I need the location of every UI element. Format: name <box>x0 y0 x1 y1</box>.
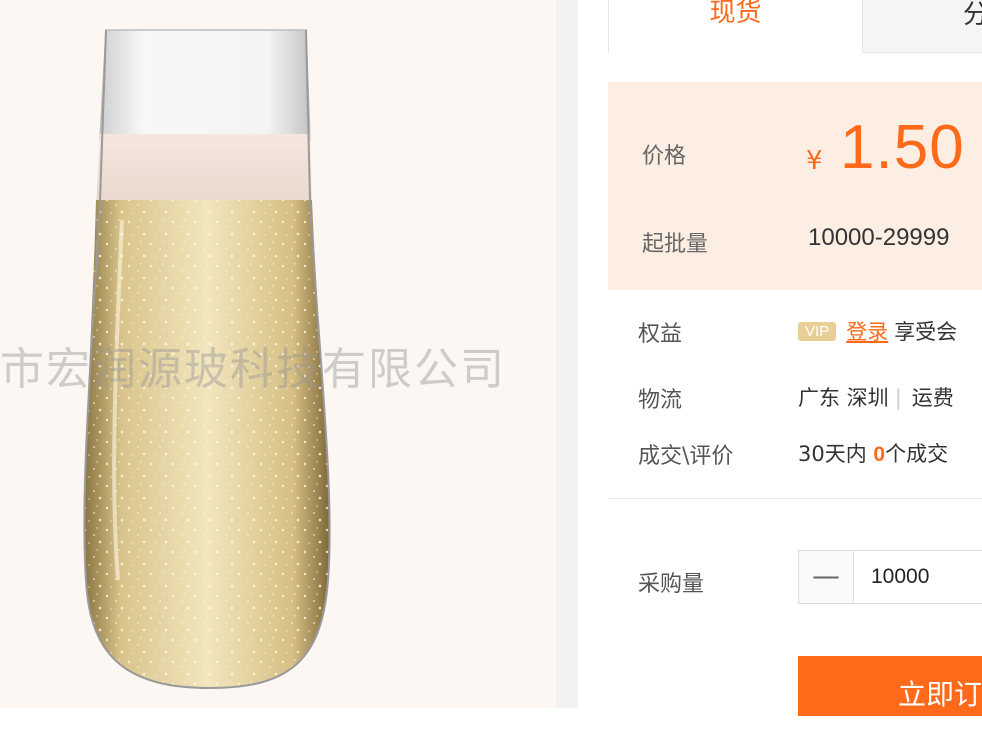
shipping-text[interactable]: 运费 <box>912 386 954 410</box>
decrease-quantity-button[interactable]: — <box>799 551 854 603</box>
deals-label: 成交\评价 <box>638 444 734 469</box>
watermark-text: 市宏润源玻科技有限公司 <box>0 344 506 395</box>
logistics-label: 物流 <box>638 388 683 413</box>
panel-gap <box>556 0 578 708</box>
deals-value: 30天内 0个成交 <box>798 438 948 468</box>
currency-symbol: ¥ <box>806 146 823 176</box>
origin-text: 广东 深圳 <box>798 386 889 410</box>
login-link[interactable]: 登录 <box>846 320 888 344</box>
logistics-value: 广东 深圳 | 运费 <box>798 382 954 412</box>
moq-value: 10000-29999 <box>808 224 950 251</box>
quantity-stepper: — <box>798 550 982 604</box>
product-image-panel: 市宏润源玻科技有限公司 <box>0 0 556 708</box>
tab-spot-goods[interactable]: 现货 <box>608 0 862 53</box>
tab-spot-goods-label: 现货 <box>709 0 762 28</box>
deals-count: 0 <box>873 443 886 466</box>
price-label: 价格 <box>642 144 687 169</box>
tab-other[interactable]: 分 <box>862 0 982 53</box>
price-value: 1.50 <box>840 113 965 182</box>
quantity-input[interactable] <box>855 551 982 603</box>
moq-label: 起批量 <box>642 232 709 257</box>
rights-value: VIP 登录 享受会 <box>798 316 957 346</box>
price-box: 价格 ¥ 1.50 起批量 10000-29999 <box>608 82 982 290</box>
quantity-label: 采购量 <box>638 572 705 597</box>
separator: | <box>894 386 902 410</box>
purchase-type-tabs: 现货 分 <box>608 0 982 54</box>
deals-suffix: 个成交 <box>885 442 949 466</box>
rights-label: 权益 <box>638 322 683 347</box>
section-divider <box>608 498 982 499</box>
tab-other-label: 分 <box>963 0 982 30</box>
rights-text: 享受会 <box>894 320 958 344</box>
buy-now-button[interactable]: 立即订 <box>798 656 982 716</box>
deals-prefix: 30天内 <box>798 442 867 466</box>
vip-badge: VIP <box>798 322 837 341</box>
